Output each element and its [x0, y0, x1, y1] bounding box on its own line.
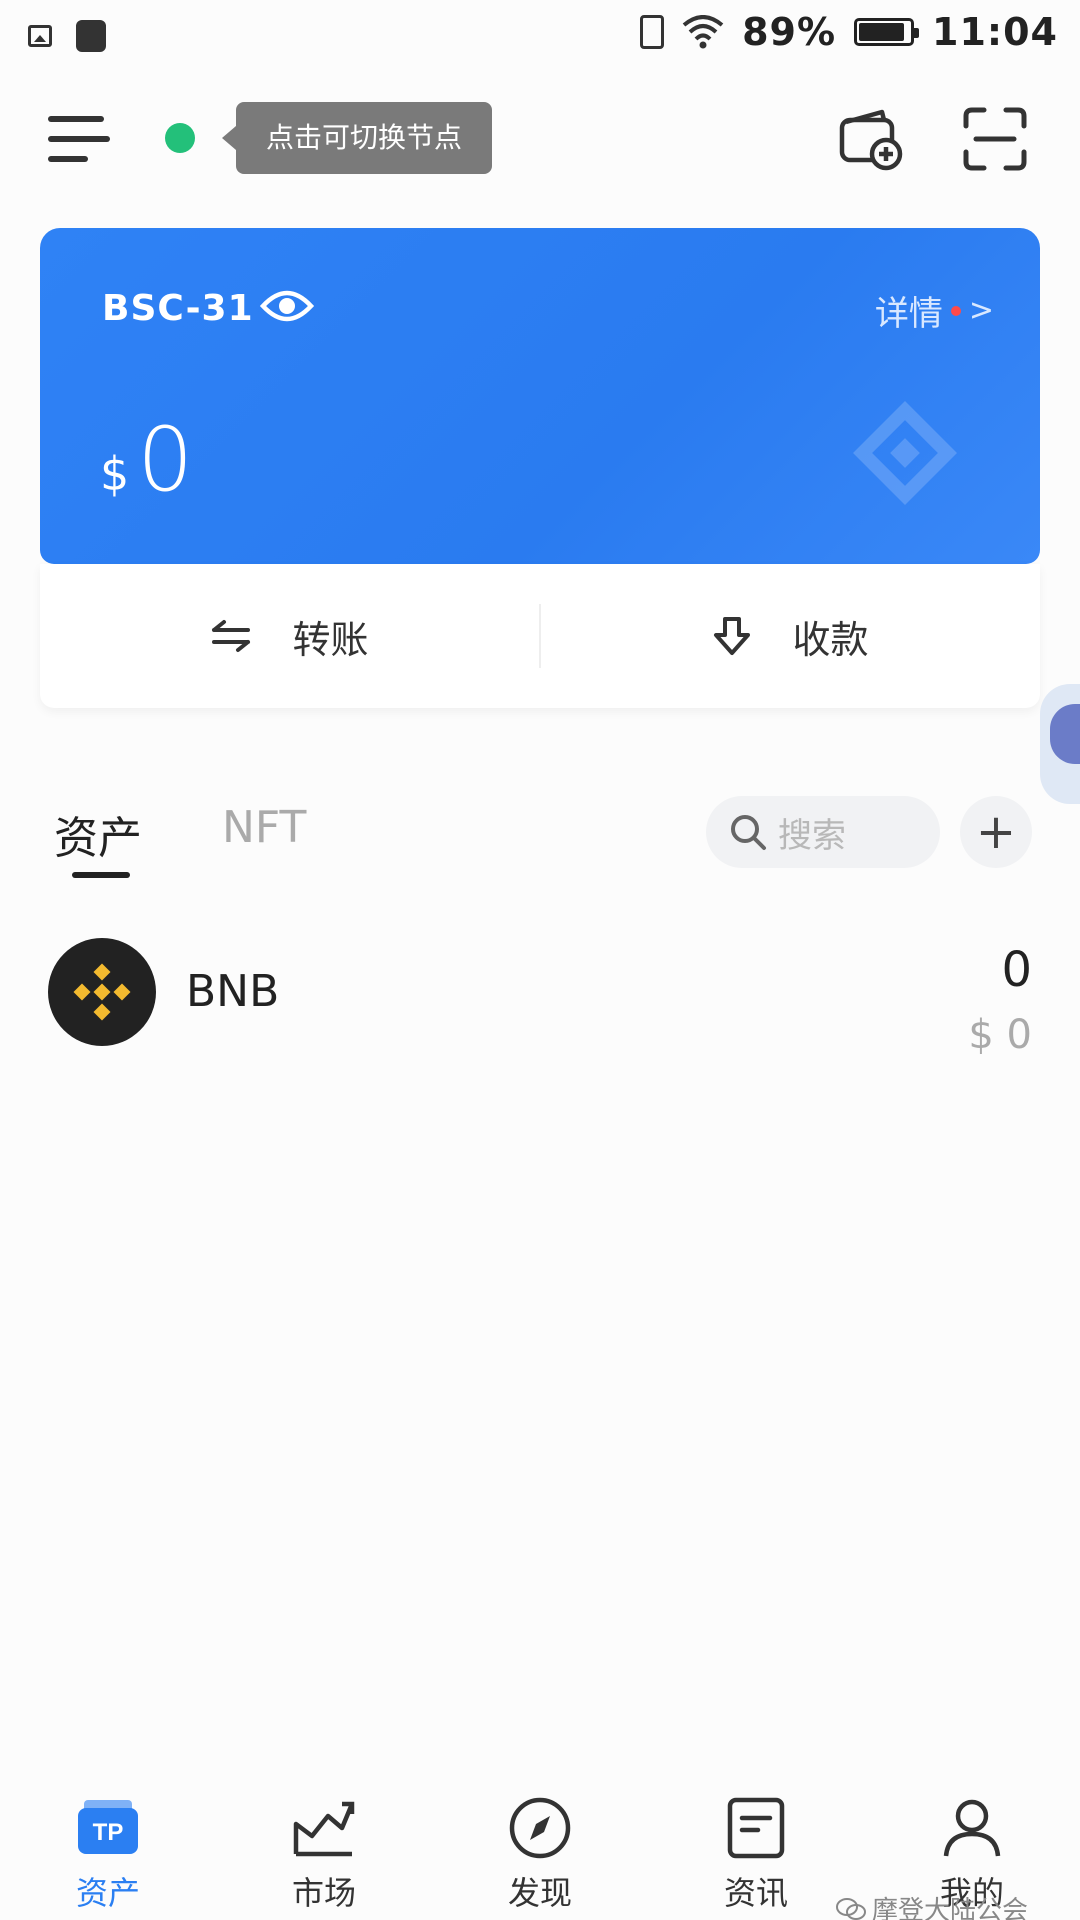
details-label: 详情 [874, 294, 943, 334]
app-header: 点击可切换节点 [0, 78, 1080, 208]
wallet-add-icon [839, 109, 903, 171]
wechat-watermark: 摩登大陆公会 [836, 1890, 1028, 1920]
wallet-actions: 转账 收款 [40, 564, 1040, 708]
nav-item-discover[interactable]: 发现 [432, 1772, 648, 1920]
add-token-button[interactable]: + [960, 796, 1032, 868]
token-fiat-value: $ 0 [968, 1012, 1032, 1058]
nav-item-assets[interactable]: TP 资产 [0, 1772, 216, 1920]
vibrate-icon [640, 15, 665, 49]
wallet-card[interactable]: BSC-31 详情 > $ 0 [40, 228, 1040, 564]
scan-icon [963, 107, 1027, 171]
status-right-icons: 89% 11:04 [640, 10, 1058, 54]
market-chart-icon [293, 1801, 355, 1857]
toggle-balance-visibility-button[interactable] [259, 286, 315, 326]
tp-wallet-icon: TP [78, 1800, 138, 1854]
search-icon [731, 815, 766, 850]
token-row[interactable]: BNB 0 $ 0 [0, 928, 1080, 1068]
profile-icon [943, 1799, 1001, 1857]
watermark-label: 摩登大陆公会 [872, 1896, 1029, 1920]
token-symbol: BNB [186, 966, 280, 1017]
wechat-icon [836, 1897, 866, 1920]
bnb-watermark-icon [853, 401, 957, 505]
chevron-right-icon: > [968, 293, 994, 328]
wifi-icon [682, 15, 724, 49]
node-status-indicator[interactable] [165, 123, 195, 153]
tab-assets[interactable]: 资产 [54, 802, 142, 866]
bnb-logo-icon [48, 938, 156, 1046]
switch-node-tooltip: 点击可切换节点 [221, 102, 493, 174]
status-left-icons [28, 20, 106, 52]
app-notification-icon [76, 20, 106, 52]
menu-line-icon [48, 136, 110, 142]
menu-button[interactable] [48, 112, 110, 168]
menu-line-icon [48, 156, 88, 162]
battery-icon [854, 18, 920, 46]
transfer-arrows-icon [212, 620, 251, 652]
wallet-home-screen: { "status_bar": { "battery_percent": "89… [0, 0, 1080, 1920]
token-search-input[interactable]: 搜索 [706, 796, 940, 868]
nav-item-news[interactable]: 资讯 [648, 1772, 864, 1920]
balance-currency: $ [100, 447, 130, 501]
token-amount: 0 [1001, 942, 1032, 998]
active-tab-indicator [72, 872, 130, 878]
arrow-down-icon [714, 617, 751, 655]
menu-line-icon [48, 116, 104, 122]
receive-button[interactable]: 收款 [541, 564, 1040, 708]
search-placeholder: 搜索 [778, 815, 846, 856]
nav-label: 资产 [75, 1874, 140, 1912]
battery-fill [859, 23, 904, 41]
asset-tabs: 资产 NFT 搜索 + [0, 780, 1080, 890]
news-icon [727, 1797, 785, 1859]
compass-icon [509, 1797, 571, 1859]
tab-nft[interactable]: NFT [222, 802, 306, 853]
transfer-button[interactable]: 转账 [40, 564, 539, 708]
new-badge-dot [950, 305, 961, 316]
transfer-label: 转账 [292, 617, 369, 662]
status-bar: 89% 11:04 [0, 0, 1080, 78]
nav-label: 资讯 [723, 1874, 788, 1912]
add-wallet-button[interactable] [838, 106, 904, 172]
nav-item-market[interactable]: 市场 [216, 1772, 432, 1920]
nav-label: 市场 [291, 1874, 356, 1912]
wallet-name: BSC-31 [102, 288, 254, 329]
wallet-details-link[interactable]: 详情 > [875, 286, 994, 335]
svg-text:TP: TP [93, 1819, 124, 1846]
eye-icon [259, 290, 315, 322]
total-balance: $ 0 [100, 408, 193, 511]
balance-value: 0 [137, 408, 194, 511]
bnb-diamond-icon [73, 963, 131, 1021]
scan-button[interactable] [962, 106, 1028, 172]
nav-label: 发现 [507, 1874, 572, 1912]
receive-label: 收款 [792, 617, 869, 662]
clock: 11:04 [932, 10, 1058, 54]
gallery-notification-icon [28, 25, 52, 47]
battery-percent: 89% [742, 10, 837, 54]
